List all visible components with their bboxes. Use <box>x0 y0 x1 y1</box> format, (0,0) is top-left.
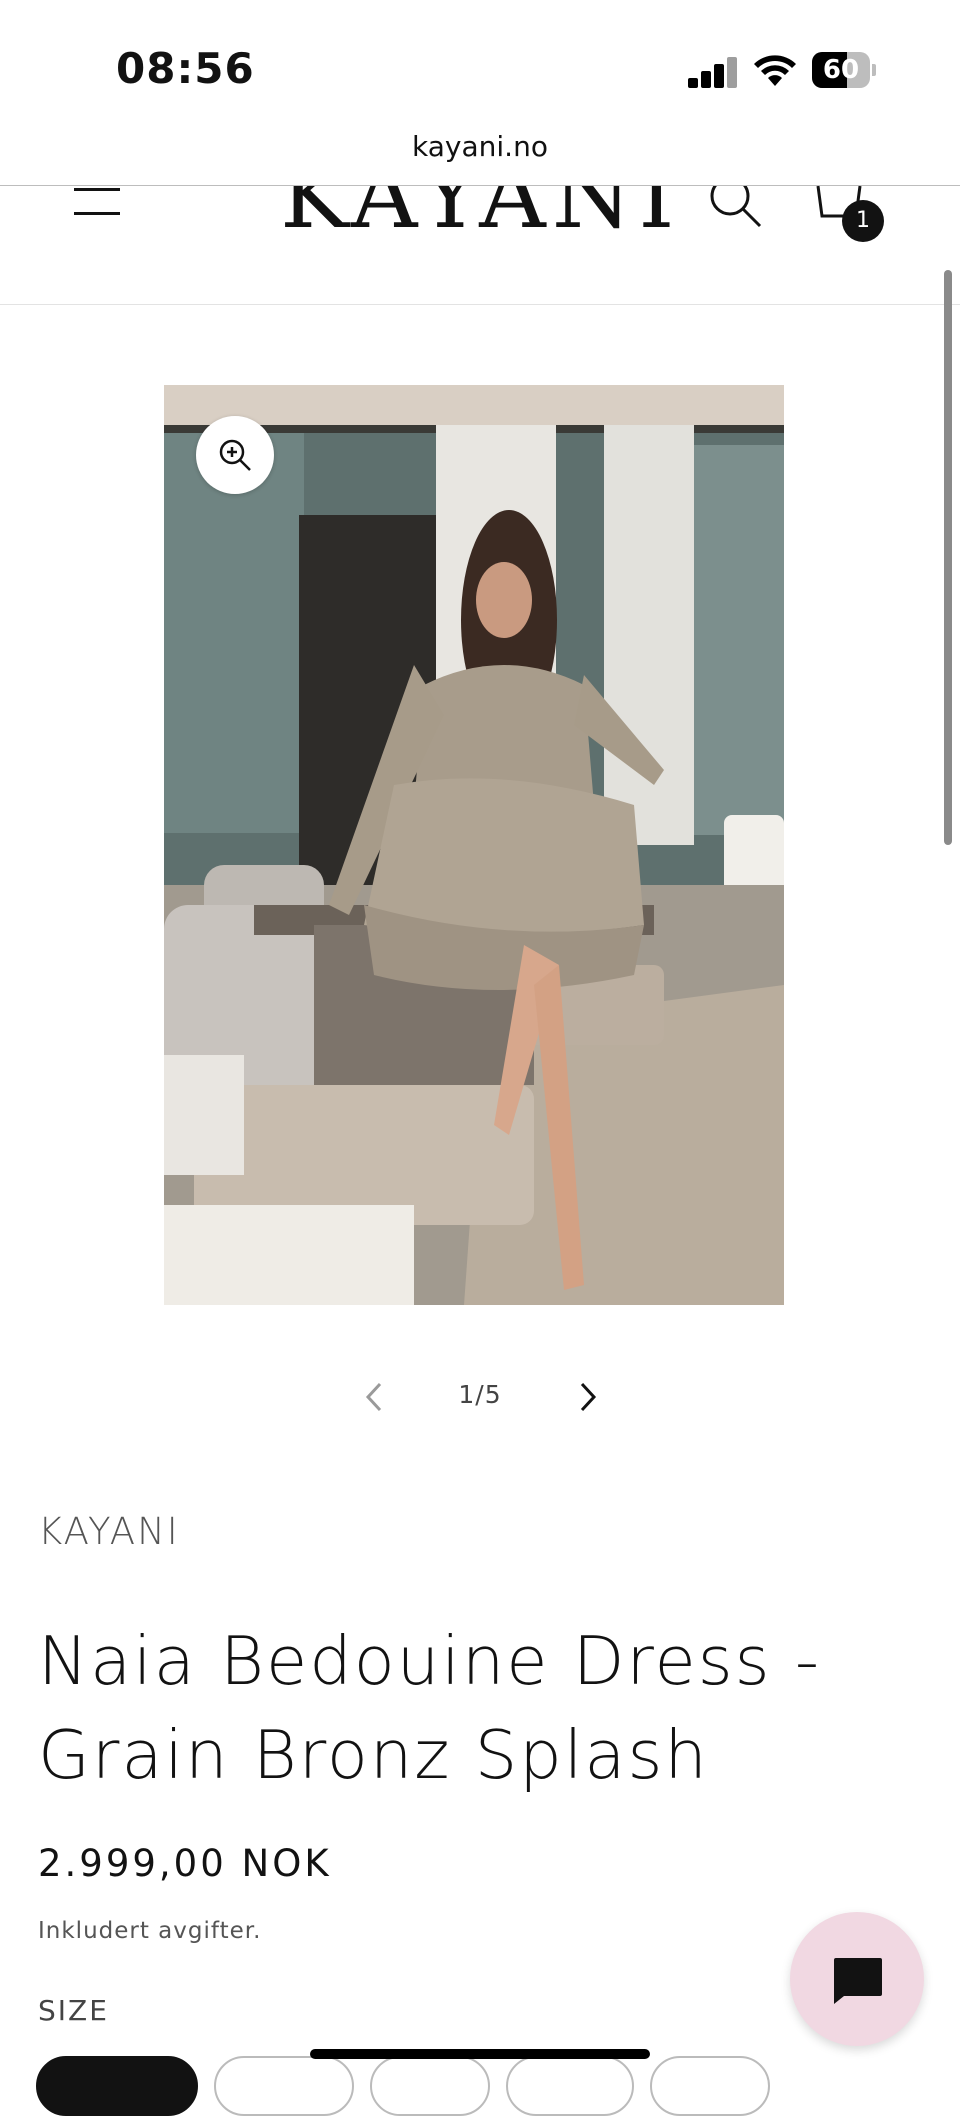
zoom-button[interactable] <box>196 416 274 494</box>
site-header: KAYANI 1 <box>0 186 960 304</box>
size-option[interactable] <box>370 2056 490 2116</box>
status-bar: 08:56 60 <box>0 0 960 130</box>
search-icon[interactable] <box>708 186 762 230</box>
size-option[interactable] <box>36 2056 198 2116</box>
wifi-icon <box>754 55 796 86</box>
size-label: SIZE <box>38 1994 109 2027</box>
product-vendor: KAYANI <box>38 1510 180 1553</box>
product-title: Naia Bedouine Dress - Grain Bronz Splash <box>38 1622 821 1794</box>
zoom-in-icon <box>219 439 251 471</box>
chat-bubble-icon <box>834 1958 882 2004</box>
site-logo[interactable]: KAYANI <box>280 186 680 249</box>
menu-icon[interactable] <box>74 188 120 222</box>
previous-slide-button[interactable] <box>360 1380 390 1414</box>
clock: 08:56 <box>116 44 255 93</box>
slide-counter: 1/5 <box>458 1380 502 1409</box>
size-option[interactable] <box>214 2056 354 2116</box>
chat-button[interactable] <box>790 1912 924 2046</box>
battery-icon: 60 <box>812 52 876 88</box>
product-image[interactable] <box>164 385 784 1305</box>
address-bar-url[interactable]: kayani.no <box>0 130 960 163</box>
tax-note: Inkludert avgifter. <box>38 1918 262 1944</box>
next-slide-button[interactable] <box>572 1380 602 1414</box>
page-scrollbar[interactable] <box>944 270 952 845</box>
battery-level: 60 <box>822 55 860 85</box>
header-divider <box>0 304 960 305</box>
cellular-signal-icon <box>688 56 738 88</box>
cart-count-badge[interactable]: 1 <box>842 200 884 242</box>
product-price: 2.999,00 NOK <box>38 1842 332 1885</box>
size-option[interactable] <box>650 2056 770 2116</box>
size-option[interactable] <box>506 2056 634 2116</box>
home-indicator <box>310 2049 650 2059</box>
